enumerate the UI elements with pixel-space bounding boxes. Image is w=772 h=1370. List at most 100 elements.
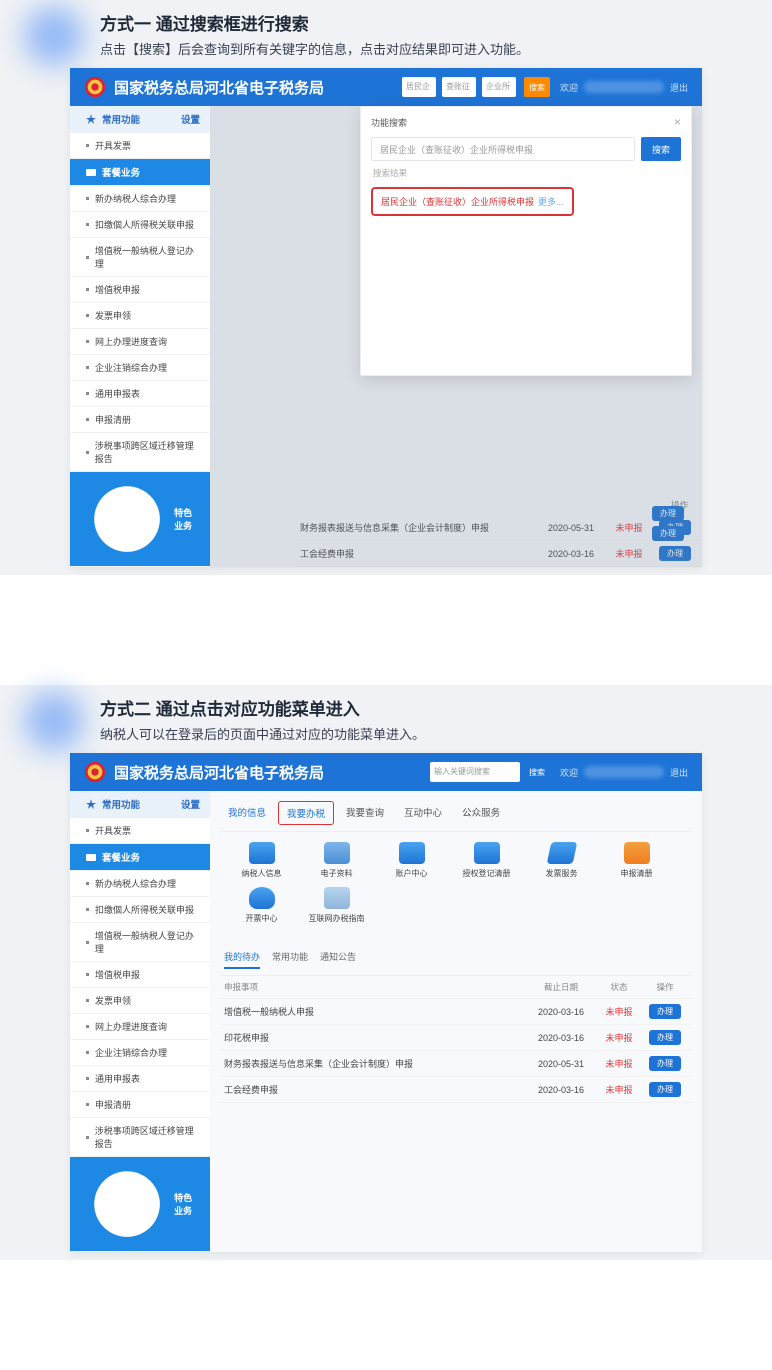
sidebar-item[interactable]: 增值税申报 [70, 277, 210, 303]
sidebar-item[interactable]: 通用申报表 [70, 381, 210, 407]
section-method-2: 方式二 通过点击对应功能菜单进入 纳税人可以在登录后的页面中通过对应的功能菜单进… [0, 685, 772, 1260]
sidebar-item[interactable]: 扣缴個人所得税关联申报 [70, 897, 210, 923]
logout-link[interactable]: 退出 [670, 81, 688, 94]
sub-tabs: 我的待办 常用功能 通知公告 [220, 946, 692, 976]
sidebar-item[interactable]: 增值税申报 [70, 962, 210, 988]
sidebar-group-2[interactable]: 套餐业务 [70, 159, 210, 186]
sidebar-item[interactable]: 增值税一般纳税人登记办理 [70, 923, 210, 962]
op-button[interactable]: 办理 [649, 1030, 681, 1045]
section-title: 方式一 通过搜索框进行搜索 [100, 10, 752, 35]
logout-link[interactable]: 退出 [670, 766, 688, 779]
section-method-1: 方式一 通过搜索框进行搜索 点击【搜索】后会查询到所有关键字的信息，点击对应结果… [0, 0, 772, 575]
close-icon[interactable]: × [674, 115, 681, 129]
table-row: 财务报表报送与信息采集（企业会计制度）申报 2020-05-31 未申报 办理 [220, 1051, 692, 1077]
sidebar-item[interactable]: 发票申领 [70, 303, 210, 329]
sidebar-group-1[interactable]: 常用功能 设置 [70, 791, 210, 818]
main-area: 申报清册 操作 办理 办理 财务报表报送与信息采集（企业会计制度）申报 2020… [210, 106, 702, 567]
subtab-notice[interactable]: 通知公告 [320, 950, 356, 969]
tax-emblem-icon [84, 76, 106, 98]
sidebar-item[interactable]: 开具发票 [70, 818, 210, 844]
sidebar-item[interactable]: 增值税一般纳税人登记办理 [70, 238, 210, 277]
user-name-blur [584, 81, 664, 93]
todo-table: 申报事项 截止日期 状态 操作 增值税一般纳税人申报 2020-03-16 未申… [220, 976, 692, 1103]
section-title: 方式二 通过点击对应功能菜单进入 [100, 695, 752, 720]
list-icon [474, 842, 500, 864]
site-title: 国家税务总局河北省电子税务局 [114, 77, 324, 98]
section-heading: 方式二 通过点击对应功能菜单进入 纳税人可以在登录后的页面中通过对应的功能菜单进… [0, 685, 772, 749]
box-icon [624, 842, 650, 864]
sidebar: 常用功能 设置 开具发票 套餐业务 新办纳税人综合办理 扣缴個人所得税关联申报 … [70, 106, 210, 567]
result-more: 更多... [538, 195, 564, 208]
table-row: 印花税申报 2020-03-16 未申报 办理 [220, 1025, 692, 1051]
hint-label: 搜索结果 [373, 167, 679, 179]
book-icon [324, 887, 350, 909]
sidebar-item[interactable]: 申报清册 [70, 1092, 210, 1118]
app-frame-2: 国家税务总局河北省电子税务局 输入关键词搜索 搜索 欢迎 退出 常用功能 设置 … [70, 753, 702, 1252]
sidebar-group-1[interactable]: 常用功能 设置 [70, 106, 210, 133]
decor-blob [24, 691, 84, 751]
grid-item[interactable]: 申报清册 [599, 842, 674, 879]
sidebar-item[interactable]: 发票申领 [70, 988, 210, 1014]
sidebar-item[interactable]: 网上办理进度查询 [70, 329, 210, 355]
top-search-button[interactable]: 搜索 [524, 77, 550, 97]
grid-item[interactable]: 互联网办税指南 [299, 887, 374, 924]
section-desc: 纳税人可以在登录后的页面中通过对应的功能菜单进入。 [100, 724, 752, 743]
sidebar-item[interactable]: 企业注销综合办理 [70, 355, 210, 381]
top-seg-2[interactable]: 企业所得... [482, 77, 516, 97]
tab-query[interactable]: 我要查询 [338, 801, 392, 825]
app-body: 常用功能 设置 开具发票 套餐业务 新办纳税人综合办理 扣缴個人所得税关联申报 … [70, 791, 702, 1252]
tab-dotax[interactable]: 我要办税 [278, 801, 334, 825]
sidebar-footer[interactable]: 特色业务 [70, 1157, 210, 1252]
search-result-highlight[interactable]: 居民企业（查账征收）企业所得税申报 更多... [371, 187, 574, 216]
op-button[interactable]: 办理 [649, 1056, 681, 1071]
spark-icon [86, 1163, 168, 1245]
topbar: 国家税务总局河北省电子税务局 输入关键词搜索 搜索 欢迎 退出 [70, 753, 702, 791]
section-heading: 方式一 通过搜索框进行搜索 点击【搜索】后会查询到所有关键字的信息，点击对应结果… [0, 0, 772, 64]
sidebar-group-2[interactable]: 套餐业务 [70, 844, 210, 871]
app-frame-1: 国家税务总局河北省电子税务局 居民企业 查账征收 企业所得... 搜索 欢迎 退… [70, 68, 702, 567]
sidebar: 常用功能 设置 开具发票 套餐业务 新办纳税人综合办理 扣缴個人所得税关联申报 … [70, 791, 210, 1252]
tax-emblem-icon [84, 761, 106, 783]
top-seg-0[interactable]: 居民企业 [402, 77, 436, 97]
sidebar-item[interactable]: 涉税事项跨区域迁移管理报告 [70, 1118, 210, 1157]
star-icon [86, 799, 96, 809]
top-seg-1[interactable]: 查账征收 [442, 77, 476, 97]
grid-item[interactable]: 开票中心 [224, 887, 299, 924]
top-links: 欢迎 退出 [560, 81, 688, 94]
tab-public[interactable]: 公众服务 [454, 801, 508, 825]
op-button[interactable]: 办理 [649, 1082, 681, 1097]
sidebar-item[interactable]: 新办纳税人综合办理 [70, 186, 210, 212]
search-button[interactable]: 搜索 [641, 137, 681, 161]
grid-item[interactable]: 授权登记清册 [449, 842, 524, 879]
search-input[interactable]: 居民企业（查账征收）企业所得税申报 [371, 137, 635, 161]
grid-item[interactable]: 电子资料 [299, 842, 374, 879]
top-search-input[interactable]: 输入关键词搜索 [430, 762, 520, 782]
sidebar-item[interactable]: 企业注销综合办理 [70, 1040, 210, 1066]
sidebar-item[interactable]: 涉税事项跨区域迁移管理报告 [70, 433, 210, 472]
sidebar-item[interactable]: 开具发票 [70, 133, 210, 159]
top-search-button[interactable]: 搜索 [524, 762, 550, 782]
sidebar-footer[interactable]: 特色业务 [70, 472, 210, 567]
sidebar-item[interactable]: 新办纳税人综合办理 [70, 871, 210, 897]
tab-myinfo[interactable]: 我的信息 [220, 801, 274, 825]
table-head: 申报事项 截止日期 状态 操作 [220, 976, 692, 999]
op-button[interactable]: 办理 [649, 1004, 681, 1019]
folder-icon [86, 167, 96, 177]
welcome-label: 欢迎 [560, 81, 578, 94]
grid-item[interactable]: 发票服务 [524, 842, 599, 879]
sidebar-item[interactable]: 通用申报表 [70, 1066, 210, 1092]
sidebar-item[interactable]: 扣缴個人所得税关联申报 [70, 212, 210, 238]
grid-item[interactable]: 纳税人信息 [224, 842, 299, 879]
modal-title: 功能搜索 [371, 116, 407, 129]
grid-item[interactable]: 账户中心 [374, 842, 449, 879]
topbar: 国家税务总局河北省电子税务局 居民企业 查账征收 企业所得... 搜索 欢迎 退… [70, 68, 702, 106]
card-icon [399, 842, 425, 864]
subtab-fav[interactable]: 常用功能 [272, 950, 308, 969]
sidebar-item[interactable]: 申报清册 [70, 407, 210, 433]
subtab-todo[interactable]: 我的待办 [224, 950, 260, 969]
user-name-blur [584, 766, 664, 778]
star-icon [86, 114, 96, 124]
tab-interact[interactable]: 互动中心 [396, 801, 450, 825]
icon-grid: 纳税人信息 电子资料 账户中心 授权登记清册 发票服务 申报清册 开票中心 互联… [220, 832, 692, 942]
sidebar-item[interactable]: 网上办理进度查询 [70, 1014, 210, 1040]
